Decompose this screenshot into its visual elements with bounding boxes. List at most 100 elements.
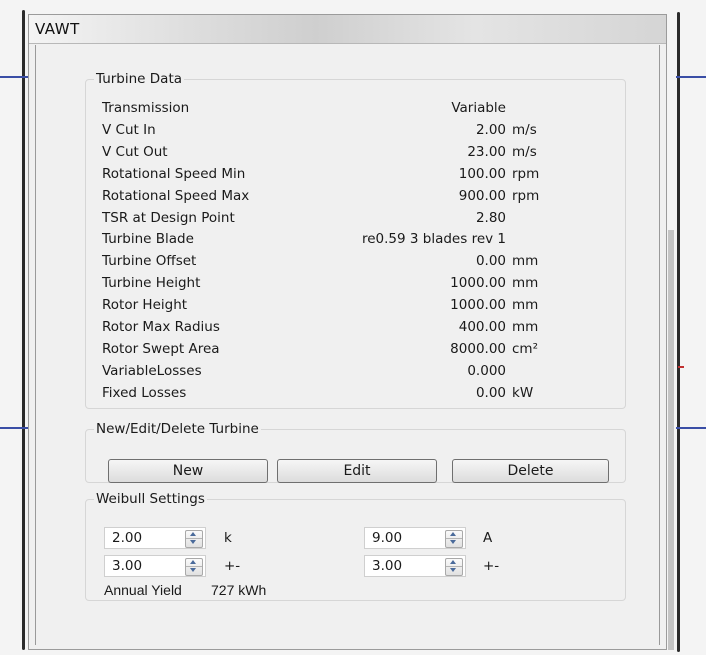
weibull-a-input[interactable] <box>365 528 448 548</box>
edit-turbine-button[interactable]: Edit <box>277 459 437 483</box>
weibull-k-tolerance-spinbox[interactable] <box>104 555 206 577</box>
background-plot-tick <box>678 366 684 368</box>
turbine-data-row: Transmission Variable <box>102 97 562 119</box>
weibull-k-increment[interactable] <box>186 531 202 539</box>
arrow-down-icon <box>450 568 456 572</box>
weibull-k-tolerance-decrement[interactable] <box>186 567 202 575</box>
turbine-data-value: 1000.00 <box>450 297 506 314</box>
turbine-data-unit: m/s <box>512 121 537 138</box>
turbine-data-row: Rotor Max Radius 400.00 mm <box>102 316 562 338</box>
background-scroll-track-right <box>668 230 674 650</box>
weibull-a-increment[interactable] <box>446 531 462 539</box>
weibull-k-stepper[interactable] <box>185 530 203 548</box>
turbine-data-label: Rotational Speed Min <box>102 165 246 182</box>
turbine-data-row: Turbine Blade re0.59 3 blades rev 1 <box>102 228 562 250</box>
turbine-data-value: 2.80 <box>475 209 506 226</box>
turbine-data-row: Rotor Swept Area 8000.00 cm² <box>102 338 562 360</box>
turbine-data-label: Turbine Blade <box>102 231 194 248</box>
weibull-a-label: A <box>483 530 493 546</box>
background-plot-line <box>0 76 30 78</box>
turbine-data-unit: mm <box>512 275 539 292</box>
weibull-a-stepper[interactable] <box>445 530 463 548</box>
weibull-k-decrement[interactable] <box>186 539 202 547</box>
arrow-down-icon <box>190 568 196 572</box>
arrow-up-icon <box>450 560 456 564</box>
turbine-data-unit: rpm <box>512 187 540 204</box>
turbine-actions-title: New/Edit/Delete Turbine <box>96 421 259 437</box>
turbine-data-label: Transmission <box>102 100 190 116</box>
turbine-data-value: 0.00 <box>475 384 506 401</box>
dock-title-bar[interactable]: VAWT <box>29 15 666 44</box>
weibull-k-tolerance-input[interactable] <box>105 556 188 576</box>
turbine-data-row: V Cut Out 23.00 m/s <box>102 141 562 163</box>
turbine-data-label: Rotor Height <box>102 297 188 314</box>
turbine-data-value: 0.000 <box>467 362 506 379</box>
weibull-a-tolerance-input[interactable] <box>365 556 448 576</box>
dock-title: VAWT <box>35 20 80 38</box>
arrow-up-icon <box>190 560 196 564</box>
background-plot-line <box>676 427 706 429</box>
turbine-data-label: TSR at Design Point <box>102 209 235 226</box>
turbine-data-label: Rotor Max Radius <box>102 319 220 335</box>
delete-turbine-button[interactable]: Delete <box>452 459 609 483</box>
weibull-k-tolerance-label: +- <box>224 558 241 574</box>
turbine-data-label: Turbine Height <box>102 275 201 292</box>
background-window-right-border <box>677 12 680 652</box>
weibull-k-tolerance-increment[interactable] <box>186 559 202 567</box>
turbine-data-value: Variable <box>451 100 506 116</box>
turbine-data-value: 8000.00 <box>450 340 506 357</box>
turbine-data-row: Turbine Offset 0.00 mm <box>102 250 562 272</box>
weibull-a-tolerance-increment[interactable] <box>446 559 462 567</box>
annual-yield-value: 727 kWh <box>211 582 267 598</box>
turbine-data-row: TSR at Design Point 2.80 <box>102 207 562 229</box>
weibull-a-tolerance-decrement[interactable] <box>446 567 462 575</box>
weibull-a-tolerance-spinbox[interactable] <box>364 555 466 577</box>
turbine-data-label: Rotor Swept Area <box>102 340 220 357</box>
turbine-data-unit: m/s <box>512 143 537 160</box>
turbine-data-row: VariableLosses 0.000 <box>102 360 562 382</box>
turbine-data-label: Rotational Speed Max <box>102 187 250 204</box>
turbine-data-value: 400.00 <box>458 319 506 335</box>
weibull-settings-title: Weibull Settings <box>96 491 205 507</box>
annual-yield-label: Annual Yield <box>104 582 182 598</box>
arrow-down-icon <box>190 540 196 544</box>
arrow-up-icon <box>190 532 196 536</box>
turbine-data-unit: mm <box>512 297 539 314</box>
turbine-data-unit: cm² <box>512 340 538 357</box>
turbine-data-row: Fixed Losses 0.00 kW <box>102 382 562 404</box>
arrow-down-icon <box>450 540 456 544</box>
turbine-data-row: Turbine Height 1000.00 mm <box>102 272 562 294</box>
turbine-data-label: V Cut In <box>102 121 156 138</box>
turbine-data-row: Rotor Height 1000.00 mm <box>102 294 562 316</box>
turbine-data-unit: rpm <box>512 165 540 182</box>
turbine-data-row: Rotational Speed Max 900.00 rpm <box>102 185 562 207</box>
weibull-a-decrement[interactable] <box>446 539 462 547</box>
weibull-k-tolerance-stepper[interactable] <box>185 558 203 576</box>
weibull-a-tolerance-stepper[interactable] <box>445 558 463 576</box>
weibull-settings-group: Weibull Settings k A <box>85 491 626 601</box>
turbine-data-row: V Cut In 2.00 m/s <box>102 119 562 141</box>
arrow-up-icon <box>450 532 456 536</box>
weibull-k-input[interactable] <box>105 528 188 548</box>
turbine-data-title: Turbine Data <box>96 71 183 87</box>
turbine-data-value: 2.00 <box>475 121 506 138</box>
turbine-data-unit: mm <box>512 253 539 270</box>
turbine-data-value: 100.00 <box>458 165 506 182</box>
weibull-a-spinbox[interactable] <box>364 527 466 549</box>
new-turbine-button[interactable]: New <box>108 459 268 483</box>
turbine-data-value: 0.00 <box>475 253 506 270</box>
weibull-a-tolerance-label: +- <box>483 558 500 574</box>
turbine-data-label: Turbine Offset <box>102 253 197 270</box>
turbine-data-unit: kW <box>512 384 534 401</box>
weibull-k-label: k <box>224 530 232 546</box>
turbine-data-value: 900.00 <box>458 187 506 204</box>
vawt-dock-window: VAWT Turbine Data Transmission Variable V … <box>28 14 667 650</box>
dock-content: Turbine Data Transmission Variable V Cut I… <box>35 45 660 645</box>
background-plot-line <box>0 427 30 429</box>
weibull-k-spinbox[interactable] <box>104 527 206 549</box>
turbine-data-value: 23.00 <box>467 143 506 160</box>
background-window-left-border <box>22 10 25 650</box>
turbine-data-row: Rotational Speed Min 100.00 rpm <box>102 163 562 185</box>
turbine-data-group: Turbine Data Transmission Variable V Cut I… <box>85 71 626 409</box>
turbine-data-label: VariableLosses <box>102 362 202 379</box>
